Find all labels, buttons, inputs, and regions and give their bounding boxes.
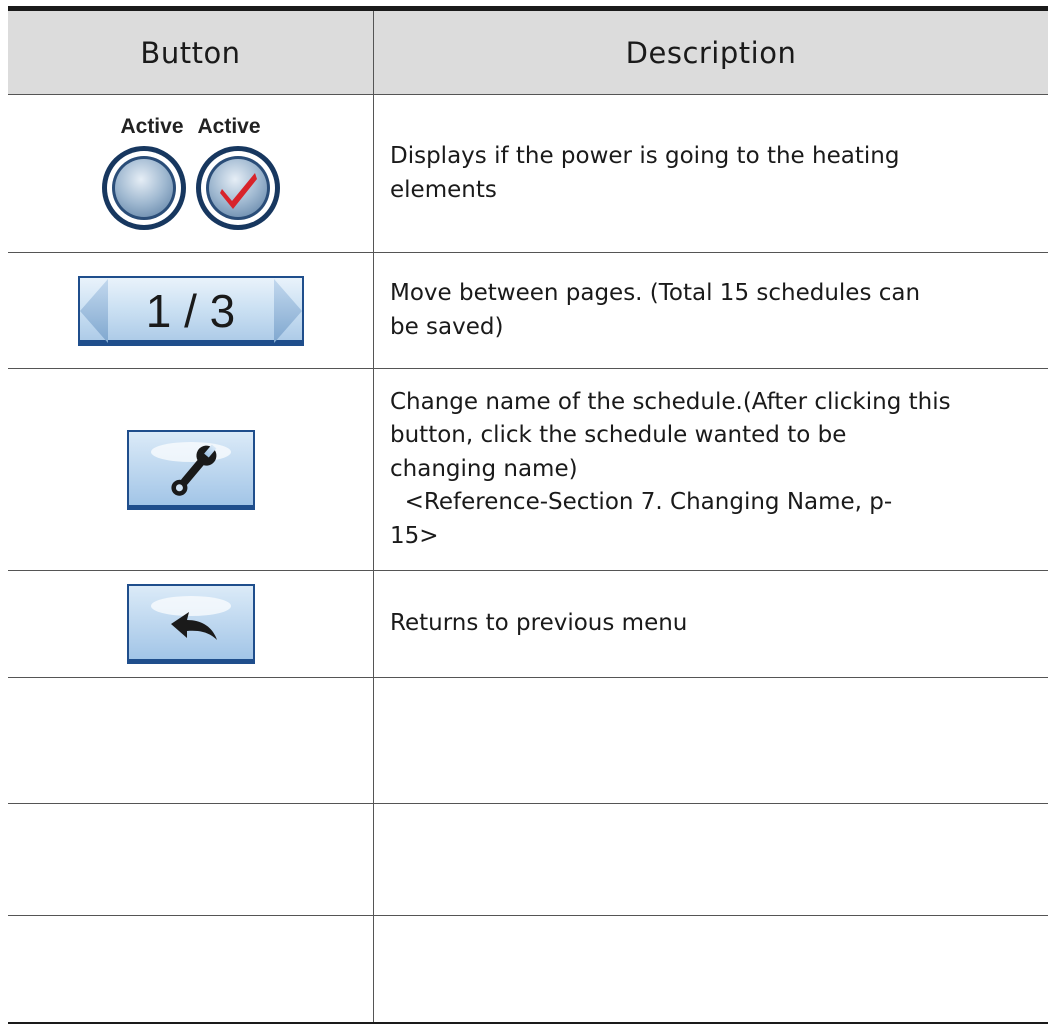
button-cell: 1 / 3 xyxy=(8,253,374,368)
active-label-off: Active xyxy=(120,114,184,138)
button-cell: Active Active xyxy=(8,95,374,252)
wrench-icon[interactable] xyxy=(126,429,255,510)
row-description: Returns to previous menu xyxy=(390,610,688,637)
button-cell xyxy=(8,571,374,677)
table-row-empty xyxy=(8,804,1048,916)
description-cell: Move between pages. (Total 15 schedules … xyxy=(374,253,1048,368)
header-button-cell: Button xyxy=(8,11,374,94)
header-button: Button xyxy=(140,35,241,70)
button-cell xyxy=(8,804,374,915)
button-cell xyxy=(8,369,374,570)
row-description: Change name of the schedule.(After click… xyxy=(390,389,951,549)
table-row-empty xyxy=(8,678,1048,804)
description-cell: Displays if the power is going to the he… xyxy=(374,95,1048,252)
table-row: 1 / 3 Move between pages. (Total 15 sche… xyxy=(8,253,1048,369)
description-cell xyxy=(374,678,1048,803)
active-off-icon[interactable] xyxy=(99,143,189,233)
row-description: Move between pages. (Total 15 schedules … xyxy=(390,280,921,340)
row-description: Displays if the power is going to the he… xyxy=(390,143,900,203)
table-row: Returns to previous menu xyxy=(8,571,1048,678)
active-indicator: Active Active xyxy=(99,115,283,233)
header-description-cell: Description xyxy=(374,11,1048,94)
table-row: Active Active Displays if the power is g… xyxy=(8,95,1048,253)
description-cell: Returns to previous menu xyxy=(374,571,1048,677)
description-cell xyxy=(374,804,1048,915)
active-on-icon[interactable] xyxy=(193,143,283,233)
header-description: Description xyxy=(625,35,797,70)
table-row: Change name of the schedule.(After click… xyxy=(8,369,1048,571)
page-indicator: 1 / 3 xyxy=(145,284,236,337)
table-header: Button Description xyxy=(8,11,1048,95)
table-row-empty xyxy=(8,916,1048,1024)
button-cell xyxy=(8,678,374,803)
button-cell xyxy=(8,916,374,1022)
back-arrow-icon[interactable] xyxy=(126,584,255,664)
active-label-on: Active xyxy=(197,114,261,138)
page-navigation-button[interactable]: 1 / 3 xyxy=(77,275,304,346)
description-cell: Change name of the schedule.(After click… xyxy=(374,369,1048,570)
description-cell xyxy=(374,916,1048,1022)
